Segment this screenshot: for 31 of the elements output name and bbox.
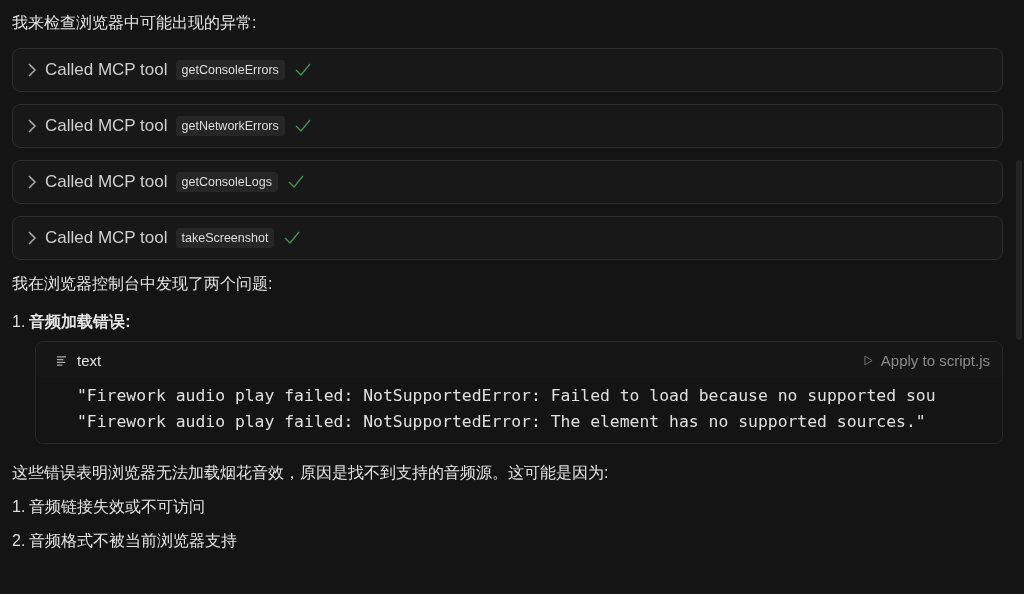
tool-call-row[interactable]: Called MCP tool takeScreenshot [12, 216, 1003, 260]
checkmark-icon [284, 231, 301, 245]
tool-call-label: Called MCP tool [45, 116, 168, 136]
tool-call-row[interactable]: Called MCP tool getConsoleErrors [12, 48, 1003, 92]
tool-name-tag: takeScreenshot [175, 228, 275, 248]
code-line: "Firework audio play failed: NotSupportedError: The element has no supported sources." [77, 411, 926, 433]
code-language: text [77, 352, 102, 369]
tool-call-row[interactable]: Called MCP tool getConsoleLogs [12, 160, 1003, 204]
tool-call-label: Called MCP tool [45, 172, 168, 192]
findings-heading: 我在浏览器控制台中发现了两个问题: [12, 274, 273, 294]
cause-text: 音频格式不被当前浏览器支持 [29, 531, 238, 551]
checkmark-icon [287, 175, 304, 189]
text-lines-icon [56, 355, 67, 366]
checkmark-icon [294, 119, 311, 133]
list-number: 2. [12, 531, 26, 551]
tool-call-label: Called MCP tool [45, 60, 168, 80]
tool-name-tag: getConsoleLogs [175, 172, 278, 192]
apply-button[interactable]: Apply to script.js [863, 350, 990, 371]
code-line: "Firework audio play failed: NotSupportedError: Failed to load because no supported sou [77, 385, 936, 407]
checkmark-icon [294, 63, 311, 77]
tool-name-tag: getNetworkErrors [175, 116, 285, 136]
tool-call-label: Called MCP tool [45, 228, 168, 248]
explanation-text: 这些错误表明浏览器无法加载烟花音效，原因是找不到支持的音频源。这可能是因为: [12, 463, 609, 483]
tool-name-tag: getConsoleErrors [175, 60, 285, 80]
cause-text: 音频链接失效或不可访问 [29, 497, 206, 517]
intro-text: 我来检查浏览器中可能出现的异常: [12, 13, 257, 33]
list-number: 1. [12, 312, 26, 332]
issue-title: 音频加载错误: [29, 312, 131, 332]
tool-call-row[interactable]: Called MCP tool getNetworkErrors [12, 104, 1003, 148]
play-icon [863, 355, 873, 366]
list-number: 1. [12, 497, 26, 517]
